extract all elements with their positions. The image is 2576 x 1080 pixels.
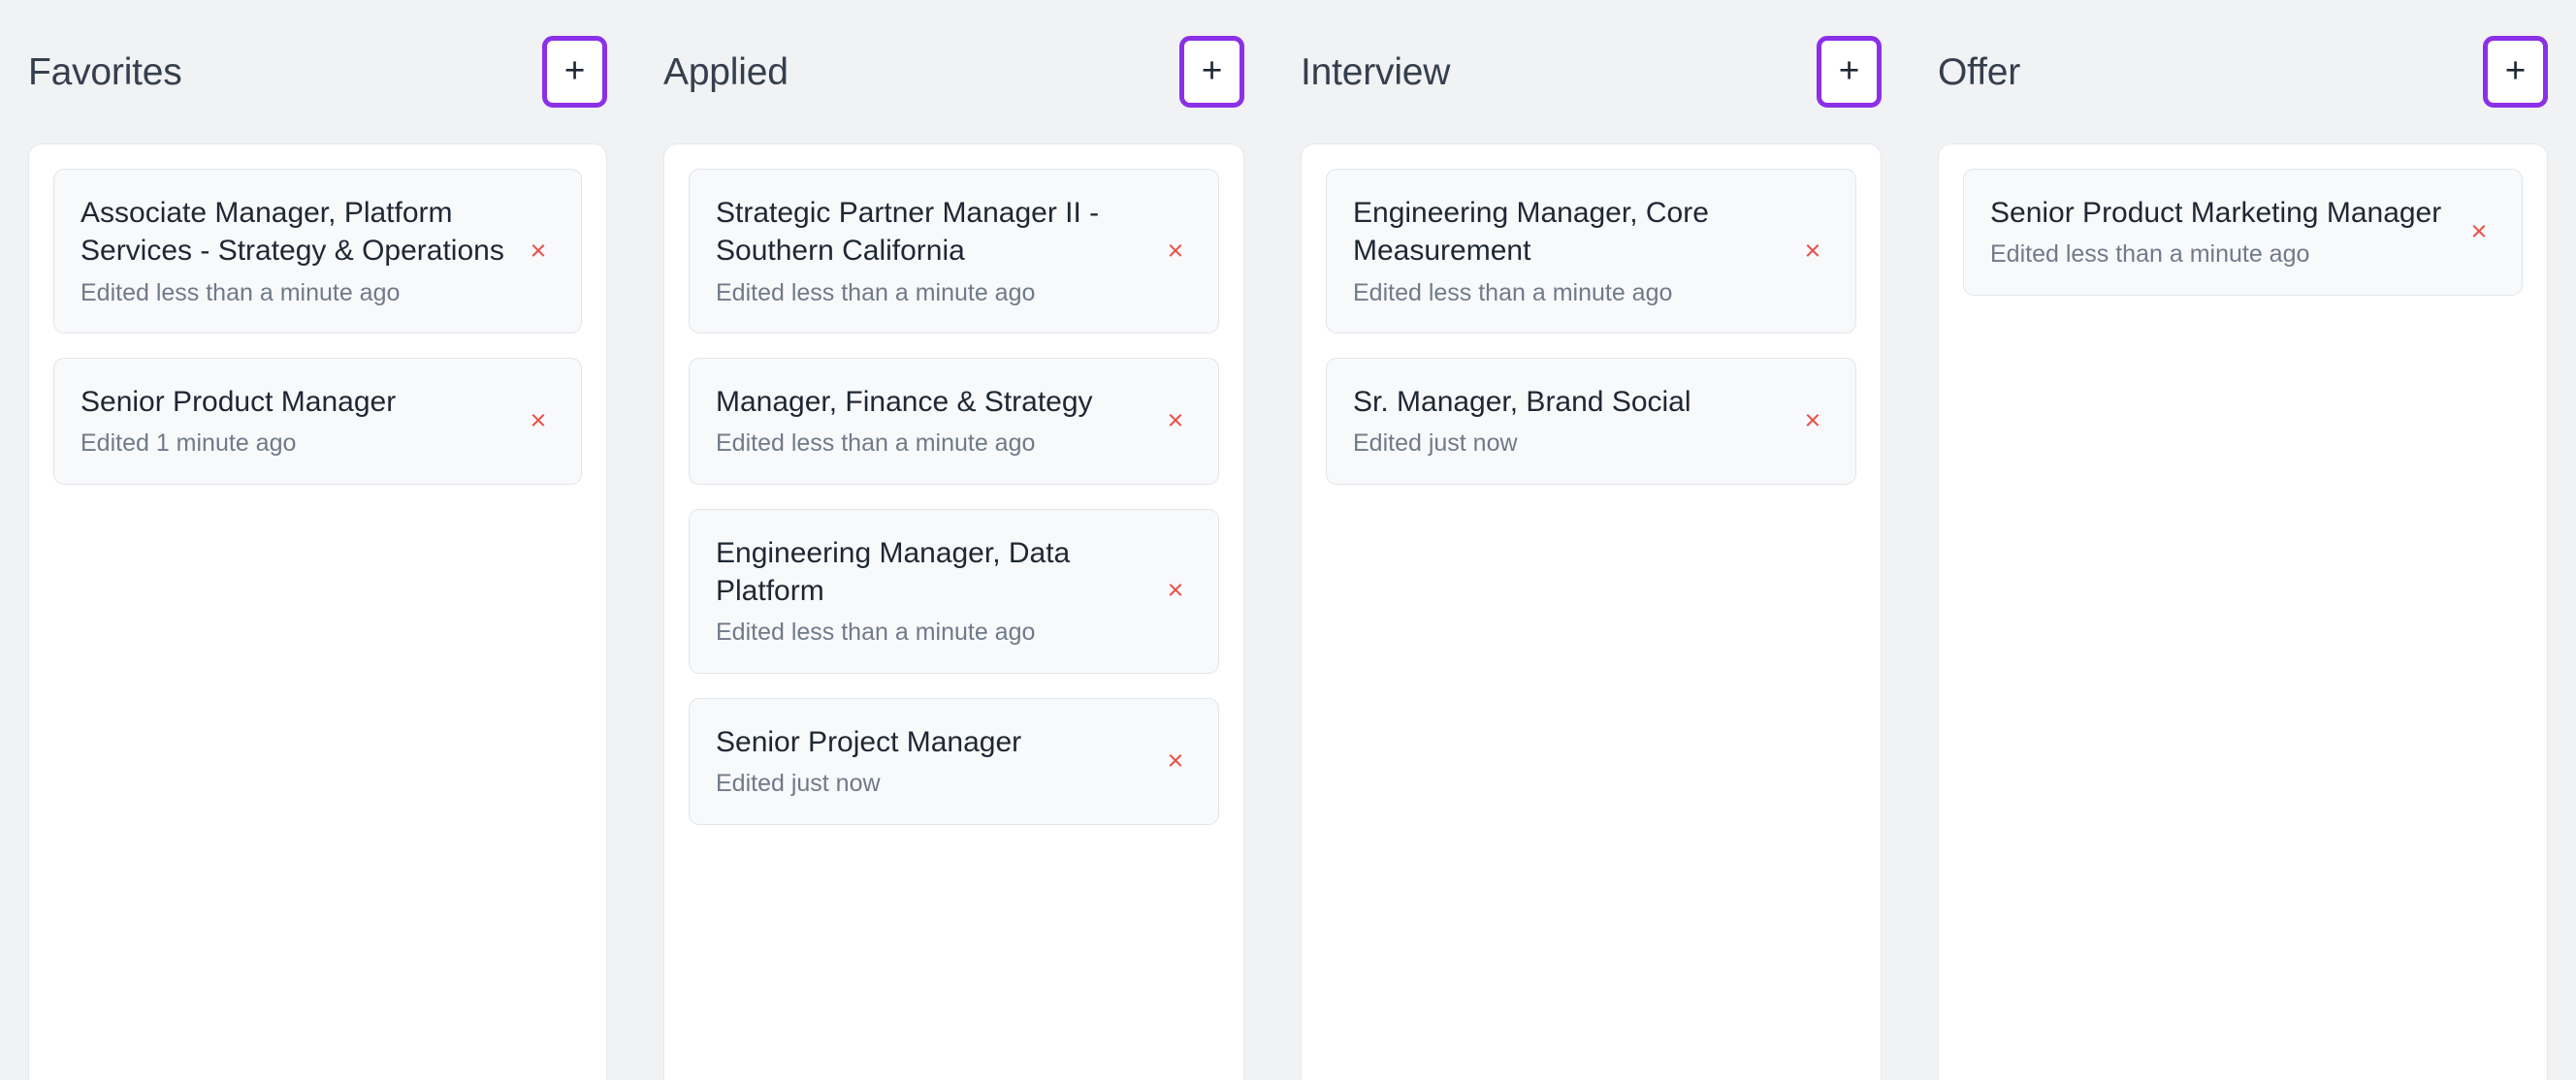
job-card-timestamp: Edited less than a minute ago [1353,278,1673,306]
remove-card-button[interactable]: × [1796,404,1829,437]
column-header-favorites: Favorites + [0,0,635,143]
job-card-timestamp: Edited less than a minute ago [80,278,401,306]
job-card[interactable]: Manager, Finance & Strategy Edited less … [689,358,1219,485]
job-card-body: Senior Product Marketing Manager Edited … [1990,194,2447,270]
card-dropzone-interview[interactable]: Engineering Manager, Core Measurement Ed… [1301,143,1882,1080]
job-card-timestamp: Edited just now [1353,429,1518,458]
job-card-title: Senior Project Manager [716,725,1022,758]
add-card-button-interview[interactable]: + [1817,36,1882,108]
job-card-title: Sr. Manager, Brand Social [1353,386,1691,419]
job-card-title: Senior Product Manager [80,386,397,419]
job-card-timestamp: Edited less than a minute ago [1990,240,2310,269]
kanban-column-favorites: Favorites + Associate Manager, Platform … [0,0,635,1080]
column-header-applied: Applied + [635,0,1272,143]
job-card-title: Engineering Manager, Core Measurement [1353,197,1709,268]
add-card-button-favorites[interactable]: + [542,36,607,108]
remove-card-button[interactable]: × [522,235,555,268]
remove-card-button[interactable]: × [522,404,555,437]
job-card[interactable]: Sr. Manager, Brand Social Edited just no… [1326,358,1856,485]
column-title-interview: Interview [1301,50,1451,93]
job-card[interactable]: Strategic Partner Manager II - Southern … [689,169,1219,334]
add-card-button-offer[interactable]: + [2483,36,2548,108]
job-card[interactable]: Senior Product Manager Edited 1 minute a… [53,358,582,485]
card-dropzone-favorites[interactable]: Associate Manager, Platform Services - S… [28,143,607,1080]
job-card-title: Strategic Partner Manager II - Southern … [716,197,1100,268]
job-card[interactable]: Senior Project Manager Edited just now × [689,697,1219,825]
job-card-title: Manager, Finance & Strategy [716,386,1093,419]
column-title-favorites: Favorites [28,50,182,93]
column-title-applied: Applied [663,50,789,93]
job-card-timestamp: Edited 1 minute ago [80,429,297,458]
kanban-column-offer: Offer + Senior Product Marketing Manager… [1910,0,2576,1080]
plus-icon: + [2504,49,2527,90]
job-card-timestamp: Edited just now [716,770,881,798]
remove-card-button[interactable]: × [1159,575,1192,608]
job-card[interactable]: Engineering Manager, Data Platform Edite… [689,508,1219,674]
job-card-body: Senior Product Manager Edited 1 minute a… [80,383,506,460]
plus-icon: + [1838,49,1860,90]
job-card[interactable]: Engineering Manager, Core Measurement Ed… [1326,169,1856,334]
job-card-body: Manager, Finance & Strategy Edited less … [716,383,1143,460]
column-header-offer: Offer + [1910,0,2576,143]
job-card-timestamp: Edited less than a minute ago [716,619,1036,647]
job-card-title: Senior Product Marketing Manager [1990,197,2442,229]
kanban-column-applied: Applied + Strategic Partner Manager II -… [635,0,1272,1080]
card-dropzone-offer[interactable]: Senior Product Marketing Manager Edited … [1938,143,2548,1080]
job-card-title: Engineering Manager, Data Platform [716,536,1071,608]
kanban-column-interview: Interview + Engineering Manager, Core Me… [1272,0,1910,1080]
job-card[interactable]: Associate Manager, Platform Services - S… [53,169,582,334]
job-card-title: Associate Manager, Platform Services - S… [80,197,504,268]
column-header-interview: Interview + [1272,0,1910,143]
remove-card-button[interactable]: × [1796,235,1829,268]
job-card-body: Strategic Partner Manager II - Southern … [716,194,1143,308]
column-title-offer: Offer [1938,50,2020,93]
kanban-board: Favorites + Associate Manager, Platform … [0,0,2576,1080]
remove-card-button[interactable]: × [1159,404,1192,437]
job-card-timestamp: Edited less than a minute ago [716,429,1036,458]
job-card-body: Engineering Manager, Core Measurement Ed… [1353,194,1781,308]
plus-icon: + [564,49,586,90]
job-card-body: Senior Project Manager Edited just now [716,723,1143,800]
plus-icon: + [1201,49,1223,90]
remove-card-button[interactable]: × [1159,745,1192,778]
card-dropzone-applied[interactable]: Strategic Partner Manager II - Southern … [663,143,1244,1080]
job-card-body: Associate Manager, Platform Services - S… [80,194,506,308]
add-card-button-applied[interactable]: + [1179,36,1244,108]
job-card-body: Engineering Manager, Data Platform Edite… [716,534,1143,649]
job-card[interactable]: Senior Product Marketing Manager Edited … [1963,169,2523,296]
remove-card-button[interactable]: × [1159,235,1192,268]
job-card-body: Sr. Manager, Brand Social Edited just no… [1353,383,1781,460]
remove-card-button[interactable]: × [2463,215,2496,248]
job-card-timestamp: Edited less than a minute ago [716,278,1036,306]
